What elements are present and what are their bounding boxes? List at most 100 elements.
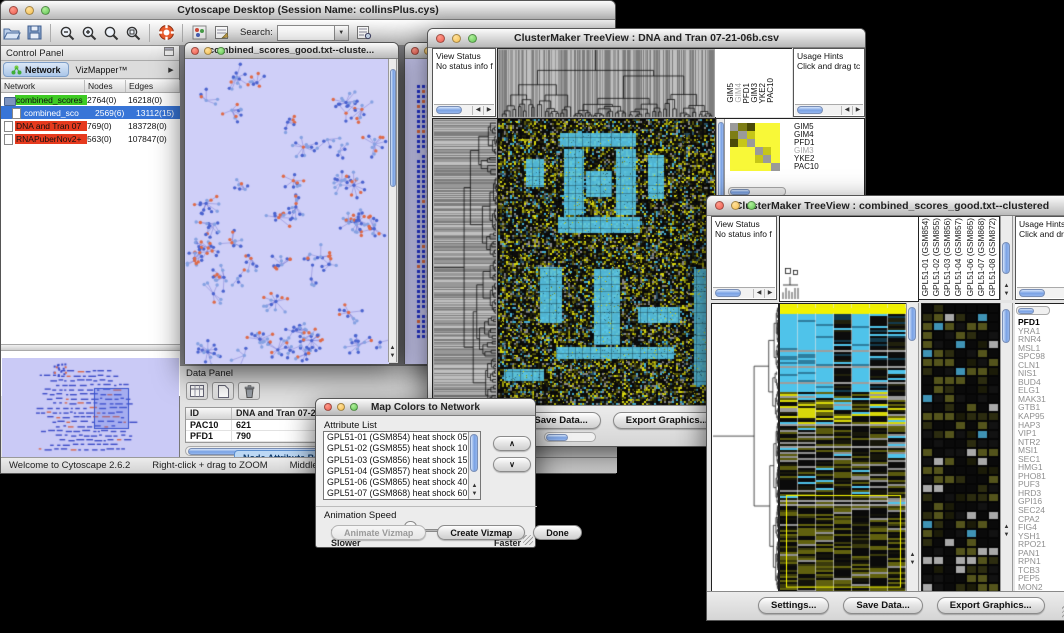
zoom-out-icon[interactable] [56,23,78,43]
tab-network[interactable]: Network [3,62,69,77]
close-icon[interactable] [324,403,332,411]
tab-vizmapper[interactable]: VizMapper™ [69,62,135,77]
row-label[interactable]: PAC10 [794,163,819,171]
usage-hints-hscrollbar[interactable]: ◀▶ [1017,287,1064,298]
gene-label-hscrollbar[interactable] [1016,306,1050,315]
move-down-button[interactable]: ∨ [493,457,531,472]
attribute-item[interactable]: GPL51-04 (GSM857) heat shock 20 min [324,466,480,477]
attribute-item[interactable]: GPL51-03 (GSM856) heat shock 15 min [324,455,480,466]
heatmap-vscrollbar[interactable]: ▲▼ [906,303,919,593]
network-table-row[interactable]: combined_scores 2764(0) 16218(0) [1,93,180,106]
column-label[interactable]: GPL51-08 (GSM872) [988,218,999,296]
control-panel-title: Control Panel [6,48,64,59]
zoom-view[interactable] [921,303,1001,593]
search-dropdown-icon[interactable]: ▼ [335,25,349,41]
close-icon[interactable] [191,47,199,55]
attribute-table-icon[interactable] [186,382,208,400]
resize-grip[interactable] [523,535,533,545]
annotation-icon[interactable] [210,23,232,43]
treeview-front-buttonbar: Settings... Save Data... Export Graphics..… [707,591,1064,620]
usage-hints-panel: Usage Hints Click and drag tc ◀▶ [1015,216,1064,300]
attribute-list-vscrollbar[interactable]: ▲▼ [468,432,480,499]
zoom-selected-icon[interactable] [122,23,144,43]
zoom-window-icon[interactable] [350,403,358,411]
treeview-button[interactable]: Save Data... [843,597,922,614]
heatmap-matrix[interactable] [497,118,716,409]
similarity-matrix[interactable] [730,123,780,171]
main-title: Cytoscape Desktop (Session Name: collins… [1,4,615,16]
save-session-icon[interactable] [23,23,45,43]
col-network[interactable]: Network [1,80,85,92]
usage-hints-hscrollbar[interactable]: ◀▶ [795,104,863,115]
usage-hints-text: Click and drag tc [794,61,864,71]
column-labels: GIM5GIM4PFD1GIM3YKE2PAC10 [715,48,792,117]
main-titlebar[interactable]: Cytoscape Desktop (Session Name: collins… [1,1,615,20]
network-view-canvas[interactable] [185,59,389,364]
zoom-window-icon[interactable] [747,201,756,210]
column-label[interactable]: PAC10 [767,78,775,103]
birdseye-view[interactable] [2,358,179,458]
help-lifering-icon[interactable] [155,23,177,43]
minimize-icon[interactable] [452,34,461,43]
new-attribute-icon[interactable] [212,382,234,400]
zoom-in-icon[interactable] [78,23,100,43]
minimize-icon[interactable] [204,47,212,55]
gene-label-panel: PFD1YRA1RNR4MSL1SPC98CLN1NIS1BUD4ELG1MAK… [1015,303,1064,593]
attribute-item[interactable]: GPL51-06 (GSM865) heat shock 40 min [324,477,480,488]
close-icon[interactable] [715,201,724,210]
col-edges[interactable]: Edges [126,80,180,92]
close-icon[interactable] [411,47,419,55]
view-status-hscrollbar[interactable]: ◀▶ [434,104,494,115]
vizmapper-toolbar-icon[interactable] [188,23,210,43]
search-input[interactable] [277,25,335,41]
col-id[interactable]: ID [186,408,232,419]
done-button[interactable]: Done [533,525,582,540]
zoom-fit-icon[interactable] [100,23,122,43]
treeview-button[interactable]: Export Graphics... [937,597,1045,614]
network-table-row[interactable]: RNAPuberNov2+ 563(0) 107847(0) [1,132,180,145]
attribute-list: GPL51-01 (GSM854) heat shock 05 minGPL51… [323,431,481,500]
treeview-front-buttons: Settings... Save Data... Export Graphics..… [758,597,1045,614]
view-status-panel: View Status No status info f ◀▶ [432,48,496,117]
row-dendrogram[interactable] [711,303,779,593]
tab-overflow-arrow[interactable]: ▶ [165,66,177,74]
minimize-icon[interactable] [25,6,34,15]
usage-hints-panel: Usage Hints Click and drag tc ◀▶ [793,48,865,117]
column-label[interactable]: GPL51-06 (GSM865) [966,218,977,296]
view-status-hscrollbar[interactable]: ◀▶ [713,287,775,298]
move-up-button[interactable]: ∧ [493,436,531,451]
zoom-window-icon[interactable] [217,47,225,55]
network-vscrollbar[interactable]: ▲▼ [388,59,397,362]
open-session-icon[interactable] [1,23,23,43]
close-icon[interactable] [9,6,18,15]
attribute-item[interactable]: GPL51-01 (GSM854) heat shock 05 min [324,432,480,443]
column-labels-vscrollbar[interactable]: ▲▼ [1000,216,1013,300]
zoom-window-icon[interactable] [41,6,50,15]
close-icon[interactable] [436,34,445,43]
delete-attribute-icon[interactable] [238,382,260,400]
minimize-icon[interactable] [337,403,345,411]
attribute-item[interactable]: GPL51-07 (GSM868) heat shock 60 min [324,488,480,499]
gene-list-vscrollbar[interactable]: ▲▼ [1000,303,1013,593]
minimize-icon[interactable] [731,201,740,210]
treeview-button[interactable]: Export Graphics... [613,412,721,429]
heatmap-matrix[interactable] [779,303,907,593]
row-dendrogram[interactable] [432,118,498,409]
network-table-row[interactable]: combined_sco 2569(6) 13112(15) [1,106,180,119]
float-panel-icon[interactable] [164,47,174,59]
column-dendrogram[interactable] [779,216,919,302]
bottom-hscrollbar[interactable] [544,432,596,442]
zoom-window-icon[interactable] [468,34,477,43]
column-dendrogram[interactable] [497,48,716,119]
animation-speed-label: Animation Speed [316,507,537,521]
network-table-row[interactable]: DNA and Tran 07 769(0) 183728(0) [1,119,180,132]
animate-vizmap-button[interactable]: Animate Vizmap [331,525,426,540]
attribute-item[interactable]: GPL51-02 (GSM855) heat shock 10 min [324,443,480,454]
panel-splitter[interactable] [1,344,180,351]
search-options-icon[interactable] [353,23,375,43]
create-vizmap-button[interactable]: Create Vizmap [437,525,525,540]
treeview-button[interactable]: Settings... [758,597,829,614]
network-file-icon [3,95,15,105]
column-label[interactable]: GPL51-04 (GSM857) [954,218,965,296]
col-nodes[interactable]: Nodes [85,80,126,92]
